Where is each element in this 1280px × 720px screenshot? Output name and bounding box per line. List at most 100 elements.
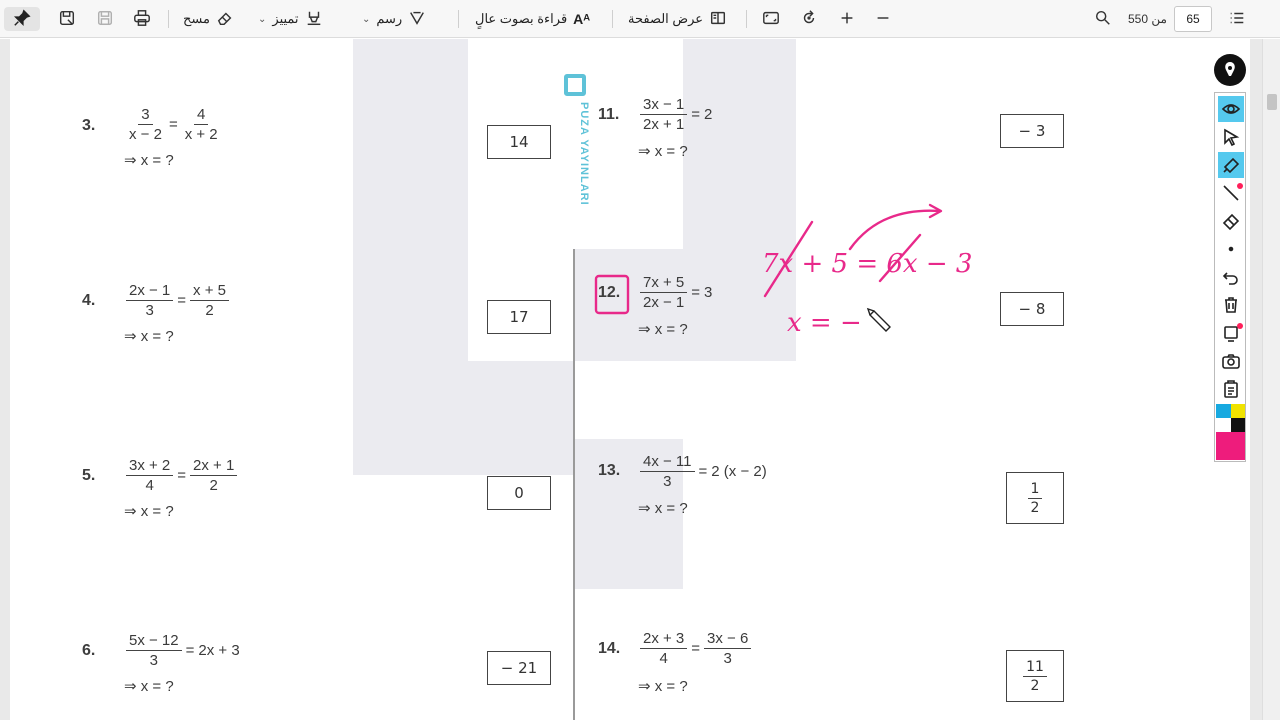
- fraction: 3x − 1 2x + 1: [640, 95, 688, 134]
- dot-icon[interactable]: [1218, 236, 1244, 262]
- zoom-in-button[interactable]: [838, 7, 856, 31]
- highlighter-icon[interactable]: [1218, 152, 1244, 178]
- pen-icon[interactable]: [1218, 180, 1244, 206]
- minus-icon: [874, 9, 892, 30]
- erase-label: مسح: [183, 11, 210, 26]
- denominator: 4: [145, 477, 154, 494]
- rhs-expression: 2 (x − 2): [711, 463, 767, 480]
- answer-box: 11 2: [1006, 650, 1064, 702]
- scrollbar-thumb[interactable]: [1267, 94, 1277, 110]
- logo-pen-icon[interactable]: [1214, 54, 1246, 86]
- read-aloud-button[interactable]: قراءة بصوت عالٍ Aᴬ: [475, 7, 590, 31]
- eraser-icon[interactable]: [1218, 208, 1244, 234]
- denominator: 2: [1030, 499, 1040, 516]
- chevron-down-icon[interactable]: ⌄: [258, 14, 266, 25]
- vertical-scrollbar[interactable]: [1262, 39, 1280, 720]
- annotation-palette: [1213, 54, 1247, 464]
- search-button[interactable]: [1094, 7, 1112, 31]
- save-button[interactable]: [96, 7, 114, 31]
- color-swatch-yellow[interactable]: [1231, 404, 1245, 418]
- fit-page-button[interactable]: [762, 7, 780, 31]
- stamp-icon[interactable]: [1218, 320, 1244, 346]
- question-text: ⇒ x = ?: [124, 503, 174, 520]
- color-swatch-blue[interactable]: [1216, 404, 1231, 418]
- problem-number: 13.: [598, 462, 621, 479]
- highlight-button[interactable]: ⌄ تمييز: [258, 7, 323, 31]
- print-button[interactable]: [133, 7, 151, 31]
- rotate-icon: [800, 9, 818, 30]
- answer-box: − 8: [1000, 292, 1064, 326]
- pen-color-dot: [1237, 183, 1243, 189]
- contents-button[interactable]: [1228, 7, 1246, 31]
- erase-button[interactable]: مسح: [183, 7, 234, 31]
- answer-box: 14: [487, 125, 551, 159]
- fraction: 2x + 34: [640, 629, 688, 668]
- question-text: ⇒ x = ?: [638, 143, 688, 160]
- page-view-icon: [709, 9, 727, 30]
- print-icon: [133, 9, 151, 30]
- equation: 5x − 12 3 = 2x + 3: [126, 631, 240, 670]
- page-view-label: عرض الصفحة: [628, 11, 704, 26]
- search-icon: [1094, 9, 1112, 30]
- watermark-shape: [353, 39, 468, 475]
- chevron-down-icon[interactable]: ⌄: [362, 14, 370, 25]
- problem-number: 5.: [82, 467, 96, 484]
- color-swatch-white[interactable]: [1216, 418, 1231, 432]
- question-text: ⇒ x = ?: [638, 678, 688, 695]
- camera-icon[interactable]: [1218, 348, 1244, 374]
- answer-value: 17: [509, 308, 529, 326]
- equals-sign: =: [177, 467, 187, 484]
- page-total: من 550: [1128, 12, 1167, 26]
- answer-box: − 3: [1000, 114, 1064, 148]
- answer-value: − 8: [1018, 300, 1046, 318]
- answer-fraction: 12: [1027, 480, 1043, 517]
- color-swatch-pink[interactable]: [1216, 432, 1245, 460]
- answer-value: − 3: [1018, 122, 1046, 140]
- clipboard-icon[interactable]: [1218, 376, 1244, 402]
- trash-icon[interactable]: [1218, 292, 1244, 318]
- denominator: 3: [145, 302, 154, 319]
- answer-box: − 21: [487, 651, 551, 685]
- equals-sign: =: [185, 642, 195, 659]
- equation: 2x + 34 = 3x − 63: [640, 629, 752, 668]
- zoom-out-button[interactable]: [874, 7, 892, 31]
- numerator: 2x − 1: [126, 281, 174, 301]
- fraction: 3x − 63: [704, 629, 752, 668]
- fraction: 4x + 2: [182, 105, 221, 144]
- denominator: x − 2: [129, 126, 162, 143]
- rhs-expression: 2x + 3: [198, 642, 240, 659]
- equals-sign: =: [168, 116, 178, 133]
- draw-button[interactable]: ⌄ رسم: [362, 7, 426, 31]
- denominator: 2: [1030, 677, 1040, 694]
- answer-box: 12: [1006, 472, 1064, 524]
- equation: 4x − 11 3 = 2 (x − 2): [640, 452, 767, 491]
- page-view-button[interactable]: عرض الصفحة: [628, 7, 727, 31]
- fraction: 2x + 12: [190, 456, 238, 495]
- numerator: 4x − 11: [640, 452, 695, 472]
- numerator: 4: [194, 105, 209, 125]
- rotate-button[interactable]: [800, 7, 818, 31]
- page-number-input[interactable]: 65: [1174, 6, 1212, 32]
- color-swatch-black[interactable]: [1231, 418, 1245, 432]
- toolbar-divider: [168, 10, 169, 28]
- problem-number: 14.: [598, 640, 621, 657]
- numerator: 3: [138, 105, 153, 125]
- answer-value: − 21: [500, 659, 538, 677]
- cursor-icon[interactable]: [1218, 124, 1244, 150]
- pin-icon: [13, 8, 31, 30]
- equation: 7x + 5 2x − 1 = 3: [640, 273, 712, 312]
- numerator: 7x + 5: [640, 273, 688, 293]
- draw-label: رسم: [376, 11, 403, 26]
- undo-icon[interactable]: [1218, 264, 1244, 290]
- pin-toolbar-button[interactable]: [4, 7, 40, 31]
- equals-sign: =: [698, 463, 708, 480]
- toolbar: مسح ⌄ تمييز ⌄ رسم قراءة بصوت عالٍ Aᴬ عرض…: [0, 0, 1280, 38]
- answer-box: 0: [487, 476, 551, 510]
- answer-box: 17: [487, 300, 551, 334]
- save-as-button[interactable]: [58, 7, 76, 31]
- denominator: 2x + 1: [643, 116, 685, 133]
- fraction: 2x − 13: [126, 281, 174, 320]
- palette-tools: [1214, 92, 1246, 462]
- eye-icon[interactable]: [1218, 96, 1244, 122]
- document-area[interactable]: PUZA YAYINLARI 3. 3x − 2 = 4x + 2 ⇒ x = …: [0, 39, 1262, 720]
